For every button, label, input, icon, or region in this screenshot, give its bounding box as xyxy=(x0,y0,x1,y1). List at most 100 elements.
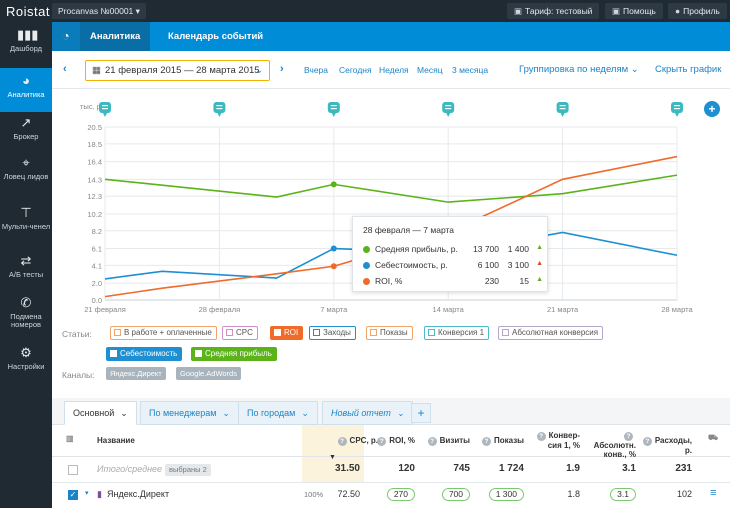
row-conversion-1: 1.8 xyxy=(567,489,580,499)
add-report-button[interactable]: + xyxy=(411,403,431,423)
menu-icon[interactable]: ≡ xyxy=(710,487,716,499)
gauge-icon[interactable]: ◔ xyxy=(52,22,80,51)
channel-chip-yandex[interactable]: Яндекс.Директ xyxy=(106,367,166,380)
table-row[interactable]: ✓ ▾ ▮ Яндекс.Директ 100% 72.50 270 700 1… xyxy=(52,483,730,508)
help-icon: ? xyxy=(536,432,546,441)
sidebar-item-dashboard[interactable]: ▮▮▮ Дашборд xyxy=(0,22,52,66)
tab-analytics[interactable]: Аналитика xyxy=(80,22,151,51)
quick-today[interactable]: Сегодня xyxy=(339,65,372,75)
tariff-button[interactable]: ▣ Тариф: тестовый xyxy=(507,3,600,19)
tab-event-calendar[interactable]: Календарь событий xyxy=(158,22,273,51)
app-logo[interactable]: Roistat xyxy=(6,4,50,19)
next-period-button[interactable]: › xyxy=(280,63,284,75)
quick-3-months[interactable]: 3 месяца xyxy=(452,65,488,75)
sidebar-item-lead-catcher[interactable]: ⌖ Ловец лидов xyxy=(0,150,52,194)
sidebar-item-ab-tests[interactable]: ⇄ А/Б тесты xyxy=(0,248,52,292)
report-tab-new[interactable]: Новый отчет ⌄ xyxy=(322,401,414,425)
chevron-down-icon: ⌄ xyxy=(630,64,639,75)
event-marker-bubble xyxy=(99,102,111,113)
quick-month[interactable]: Месяц xyxy=(417,65,443,75)
col-spend[interactable]: ? Расходы, р. xyxy=(640,436,692,455)
hide-chart-link[interactable]: Скрыть график xyxy=(655,64,721,75)
event-marker-bubble xyxy=(442,102,455,113)
sidebar-item-analytics[interactable]: ◕ Аналитика xyxy=(0,68,52,112)
tariff-icon: ▣ xyxy=(514,6,523,16)
chip-checkbox xyxy=(110,350,117,357)
x-tick-label: 28 февраля xyxy=(199,305,241,314)
metric-chip[interactable]: Показы xyxy=(366,326,413,340)
event-marker-icon[interactable] xyxy=(327,102,340,117)
sidebar-item-broker[interactable]: ↗ Брокер xyxy=(0,110,52,154)
chevron-down-icon: ⌄ xyxy=(255,65,263,76)
report-tab-managers[interactable]: По менеджерам ⌄ xyxy=(140,401,239,425)
select-all-checkbox[interactable] xyxy=(68,465,78,475)
expand-row-icon[interactable]: ▾ xyxy=(85,489,89,497)
date-toolbar: ‹ ▦ 21 февраля 2015 — 28 марта 2015 ⌄ › В… xyxy=(52,51,730,89)
metric-chip[interactable]: CPC xyxy=(222,326,258,340)
date-range-picker[interactable]: ▦ 21 февраля 2015 — 28 марта 2015 ⌄ xyxy=(85,60,270,81)
channel-chip-google[interactable]: Google.AdWords xyxy=(176,367,241,380)
quick-week[interactable]: Неделя xyxy=(379,65,409,75)
row-absolute-conversion: 3.1 xyxy=(582,488,636,501)
user-icon: ● xyxy=(675,6,681,16)
metric-chip[interactable]: Средняя прибыль xyxy=(191,347,277,361)
row-spend: 102 xyxy=(676,489,692,499)
chevron-down-icon: ⌄ xyxy=(120,408,128,418)
sidebar-item-multichannel[interactable]: ⊤ Мульти-ченел xyxy=(0,200,52,244)
chart-toggle-icon[interactable]: ▥ xyxy=(66,434,74,443)
col-name[interactable]: Название xyxy=(97,436,135,445)
y-tick-label: 18.5 xyxy=(87,140,102,149)
event-marker-icon[interactable] xyxy=(213,102,226,117)
chevron-down-icon: ⌄ xyxy=(396,408,405,418)
metric-chip[interactable]: Конверсия 1 xyxy=(424,326,490,340)
sidebar-item-phone-tracking[interactable]: ✆ Подмена номеров xyxy=(0,290,52,334)
tooltip-label: Себестоимость, р. xyxy=(375,260,448,270)
chart-tooltip: 28 февраля — 7 марта Средняя прибыль, р.… xyxy=(352,216,548,292)
project-selector[interactable]: Procanvas №00001 ▾ xyxy=(52,3,146,19)
event-marker-line xyxy=(216,105,223,107)
x-tick-label: 21 марта xyxy=(547,305,579,314)
report-tab-main[interactable]: Основной ⌄ xyxy=(64,401,137,425)
metric-chip[interactable]: В работе + оплаченные xyxy=(110,326,217,340)
cart-icon[interactable]: ⛟ xyxy=(708,433,718,443)
col-roi[interactable]: ? ROI, % xyxy=(370,436,415,446)
plus-icon: + xyxy=(708,102,715,116)
col-conversion-1[interactable]: ? Конвер-сия 1, % xyxy=(528,431,580,450)
profile-button[interactable]: ● Профиль xyxy=(668,3,727,19)
metric-chip[interactable]: Заходы xyxy=(309,326,356,340)
add-event-button[interactable]: + xyxy=(704,101,720,117)
row-checkbox[interactable]: ✓ xyxy=(68,490,78,500)
data-point xyxy=(330,245,337,252)
col-visits[interactable]: ? Визиты xyxy=(422,436,470,446)
help-button[interactable]: ▣ Помощь xyxy=(605,3,663,19)
totals-shows: 1 724 xyxy=(498,463,524,474)
totals-cpc: 31.50 xyxy=(334,463,360,474)
sidebar-item-settings[interactable]: ⚙ Настройки xyxy=(0,340,52,384)
col-absolute-conversion[interactable]: ?Абсолютн. конв., % xyxy=(582,431,636,459)
event-marker-icon[interactable] xyxy=(671,102,683,117)
event-marker-icon[interactable] xyxy=(442,102,455,117)
metric-chip[interactable]: Абсолютная конверсия xyxy=(498,326,604,340)
metric-chip[interactable]: Себестоимость xyxy=(106,347,183,361)
chip-label: Показы xyxy=(380,328,408,337)
top-bar: Roistat Procanvas №00001 ▾ ▣ Тариф: тесто… xyxy=(0,0,730,22)
col-shows[interactable]: ? Показы xyxy=(476,436,524,446)
chip-checkbox xyxy=(274,329,281,336)
bar-chart-icon: ▮▮▮ xyxy=(17,27,39,42)
prev-period-button[interactable]: ‹ xyxy=(63,63,67,75)
report-tab-cities[interactable]: По городам ⌄ xyxy=(238,401,318,425)
chip-label: CPC xyxy=(236,328,253,337)
stats-label: Статьи: xyxy=(62,329,92,339)
chip-checkbox xyxy=(502,329,509,336)
grouping-dropdown[interactable]: Группировка по неделям ⌄ xyxy=(519,64,639,75)
yandex-direct-icon: ▮ xyxy=(97,489,102,499)
tooltip-row: Себестоимость, р. 6 100 3 100 ▲ xyxy=(363,259,543,273)
event-marker-icon[interactable] xyxy=(556,102,569,117)
chip-label: ROI xyxy=(284,328,299,337)
quick-yesterday[interactable]: Вчера xyxy=(304,65,328,75)
row-name[interactable]: Яндекс.Директ xyxy=(107,489,169,499)
metric-chip[interactable]: ROI xyxy=(270,326,304,340)
totals-label: Итого/среднее xyxy=(97,464,163,474)
event-marker-bubble xyxy=(213,102,226,113)
event-marker-icon[interactable] xyxy=(99,102,111,117)
